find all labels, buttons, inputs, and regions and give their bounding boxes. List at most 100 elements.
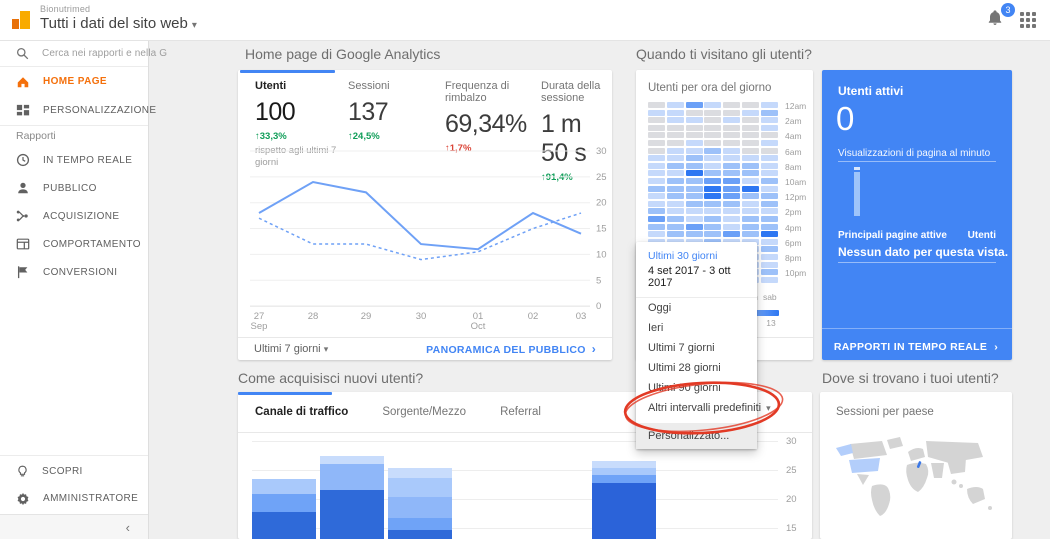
heatmap-hour-label: 10am — [785, 177, 807, 187]
home-icon — [17, 76, 29, 87]
heatmap-cell — [648, 132, 665, 139]
sidebar-item-realtime[interactable]: IN TEMPO REALE — [0, 146, 148, 174]
date-range-selector[interactable]: Ultimi 7 giorni ▾ — [254, 343, 328, 355]
sidebar-item-conversions[interactable]: CONVERSIONI — [0, 258, 148, 286]
geo-card: Sessioni per paese — [820, 392, 1012, 539]
heatmap-cell — [648, 162, 665, 169]
heatmap-cell — [648, 147, 665, 154]
heatmap-cell — [760, 216, 778, 222]
heatmap-cell — [742, 162, 759, 169]
heatmap-legend-max: 13 — [766, 318, 776, 328]
heatmap-cell — [760, 132, 778, 139]
heatmap-cell — [648, 117, 665, 124]
notifications-button[interactable]: 3 — [986, 3, 1015, 31]
heatmap-cell — [760, 147, 778, 154]
caret-down-icon: ▾ — [766, 403, 771, 413]
sidebar-item-discover[interactable]: SCOPRI — [0, 458, 148, 485]
sessions-by-country-label: Sessioni per paese — [836, 406, 934, 418]
bar-segment — [592, 467, 656, 475]
dropdown-item-ultimi-28-giorni[interactable]: Ultimi 28 giorni — [636, 358, 757, 378]
heatmap-cell — [704, 102, 722, 108]
heatmap-hour-label: 12pm — [785, 192, 807, 203]
heatmap-day-label: sab — [762, 292, 777, 302]
acquisition-icon — [16, 210, 28, 222]
heatmap-cell — [723, 109, 741, 116]
heatmap-cell — [760, 162, 778, 169]
heatmap-cell — [742, 231, 759, 238]
search-icon — [16, 47, 29, 59]
heatmap-cell — [685, 124, 703, 131]
dropdown-item-more-ranges[interactable]: Altri intervalli predefiniti ▾ — [636, 398, 771, 418]
lightbulb-icon — [18, 465, 27, 477]
svg-text:30: 30 — [596, 146, 607, 157]
heatmap-cell — [704, 109, 722, 116]
account-selector[interactable]: Bionutrimed Tutti i dati del sito web ▾ — [40, 4, 197, 32]
heatmap-cell — [648, 200, 665, 207]
heatmap-cell — [666, 147, 684, 154]
heatmap-cell — [685, 109, 703, 116]
heatmap-cell — [704, 231, 722, 238]
active-metric-indicator — [240, 70, 335, 73]
sidebar-item-acquisition[interactable]: ACQUISIZIONE — [0, 202, 148, 230]
sidebar-item-customization[interactable]: PERSONALIZZAZIONE — [0, 96, 156, 125]
heatmap-cell — [723, 140, 741, 146]
bar-segment — [388, 496, 452, 518]
heatmap-cell — [704, 178, 722, 184]
gear-icon — [17, 492, 29, 505]
svg-text:25: 25 — [596, 172, 607, 183]
dropdown-item-ultimi-7-giorni[interactable]: Ultimi 7 giorni — [636, 338, 757, 358]
dropdown-item-custom[interactable]: Personalizzato... — [636, 423, 757, 449]
svg-text:10: 10 — [596, 249, 607, 260]
heatmap-cell — [666, 231, 684, 238]
heatmap-cell — [685, 170, 703, 177]
sidebar-item-audience[interactable]: PUBBLICO — [0, 174, 148, 202]
heatmap-cell — [648, 140, 665, 146]
dropdown-selected-range: 4 set 2017 - 3 ott 2017 — [636, 262, 757, 298]
realtime-reports-link[interactable]: RAPPORTI IN TEMPO REALE › — [834, 341, 998, 353]
heatmap-cell — [723, 185, 741, 192]
heatmap-cell — [648, 102, 665, 108]
sidebar-item-behavior[interactable]: COMPORTAMENTO — [0, 230, 148, 258]
dropdown-item-ultimi-90-giorni[interactable]: Ultimi 90 giorni — [636, 378, 757, 398]
heatmap-cell — [648, 216, 665, 222]
sidebar-item-admin[interactable]: AMMINISTRATORE — [0, 485, 148, 512]
top-bar: Bionutrimed Tutti i dati del sito web ▾ 3 — [0, 0, 1050, 41]
dropdown-item-oggi[interactable]: Oggi — [636, 298, 757, 318]
heatmap-hour-label: 8am — [785, 161, 802, 172]
search-input[interactable]: Cerca nei rapporti e nella G — [0, 40, 167, 67]
apps-grid-icon[interactable] — [1020, 12, 1036, 28]
heatmap-cell — [704, 162, 722, 169]
heatmap-cell — [704, 140, 722, 146]
heatmap-cell — [742, 208, 759, 215]
audience-overview-link[interactable]: PANORAMICA DEL PUBBLICO › — [426, 342, 596, 356]
heatmap-cell — [742, 178, 759, 184]
heatmap-cell — [685, 117, 703, 124]
svg-text:02: 02 — [528, 311, 539, 322]
svg-text:20: 20 — [596, 198, 607, 209]
realtime-card: Utenti attivi 0 Visualizzazioni di pagin… — [822, 70, 1012, 360]
heatmap-cell — [742, 200, 759, 207]
dropdown-item-ieri[interactable]: Ieri — [636, 318, 757, 338]
svg-text:0: 0 — [596, 301, 601, 312]
heatmap-cell — [685, 223, 703, 230]
heatmap-cell — [685, 140, 703, 146]
heatmap-hour-label: 8pm — [785, 253, 802, 263]
svg-text:30: 30 — [416, 311, 427, 322]
bar-chart-ytick: 15 — [786, 523, 797, 534]
property-name[interactable]: Tutti i dati del sito web ▾ — [40, 15, 197, 32]
heatmap-cell — [704, 223, 722, 230]
heatmap-cell — [742, 223, 759, 230]
no-data-message: Nessun dato per questa vista. — [838, 245, 1009, 259]
sidebar-item-home[interactable]: HOME PAGE — [0, 67, 148, 96]
heatmap-cell — [723, 124, 741, 131]
heatmap-cell — [648, 170, 665, 177]
heatmap-cell — [723, 200, 741, 207]
heatmap-cell — [704, 193, 722, 200]
heatmap-cell — [760, 238, 778, 245]
sidebar-collapse[interactable]: ‹ — [0, 514, 148, 539]
heatmap-cell — [723, 102, 741, 108]
svg-text:28: 28 — [308, 311, 319, 322]
heatmap-cell — [760, 193, 778, 200]
chevron-right-icon: › — [591, 342, 596, 356]
search-placeholder: Cerca nei rapporti e nella G — [42, 47, 168, 59]
